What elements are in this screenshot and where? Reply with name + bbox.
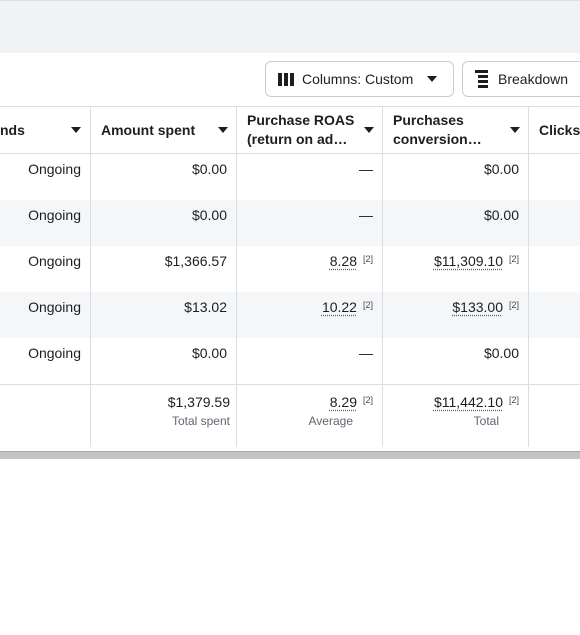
- columns-icon: [278, 72, 294, 86]
- average-roas-value[interactable]: 8.29: [330, 394, 357, 410]
- ends-cell: Ongoing: [28, 299, 81, 315]
- breakdown-button-label: Breakdown: [498, 71, 569, 87]
- sort-caret-icon[interactable]: [71, 127, 81, 133]
- table-row[interactable]: Ongoing $0.00 — $0.00: [0, 154, 580, 200]
- roas-cell: —: [359, 207, 373, 223]
- header-amount-spent-label: Amount spent: [101, 121, 196, 138]
- purchases-cell: $0.00: [483, 161, 519, 177]
- amount-spent-cell: $0.00: [191, 161, 227, 177]
- table-toolbar: Columns: Custom Breakdown: [0, 53, 580, 106]
- table-header: nds Amount spent Purchase ROAS (return on…: [0, 107, 580, 154]
- purchases-value-link[interactable]: $133.00: [452, 299, 503, 315]
- columns-button[interactable]: Columns: Custom: [265, 61, 454, 97]
- footnote-marker: [2]: [508, 300, 519, 310]
- average-roas-cell: 8.29 [2] Average: [237, 385, 382, 448]
- ads-table: Ongoing $0.00 — $0.00 Ongoing $0.00 — $0…: [0, 106, 580, 452]
- amount-spent-cell: $0.00: [191, 345, 227, 361]
- ends-cell: Ongoing: [28, 345, 81, 361]
- header-purchases[interactable]: Purchases conversion…: [383, 107, 528, 153]
- header-ends[interactable]: nds: [0, 107, 90, 153]
- caret-down-icon: [427, 76, 438, 82]
- table-row[interactable]: Ongoing $1,366.57 8.28 [2] $11,309.10 [2]: [0, 246, 580, 292]
- total-purchases-label: Total: [473, 414, 499, 428]
- sort-caret-icon[interactable]: [218, 127, 228, 133]
- average-roas-label: Average: [308, 414, 353, 428]
- footnote-marker: [2]: [362, 300, 373, 310]
- header-purchases-label: Purchases conversion…: [393, 111, 482, 149]
- roas-cell: —: [359, 345, 373, 361]
- footnote-marker: [2]: [508, 254, 519, 264]
- sort-caret-icon[interactable]: [510, 127, 520, 133]
- ends-cell: Ongoing: [28, 207, 81, 223]
- column-divider: [236, 106, 237, 447]
- total-spent-value: $1,379.59: [167, 394, 230, 410]
- amount-spent-cell: $0.00: [191, 207, 227, 223]
- footnote-marker: [2]: [508, 395, 519, 405]
- roas-cell: —: [359, 161, 373, 177]
- header-purchases-line2: conversion…: [393, 131, 482, 147]
- header-roas-line1: Purchase ROAS: [247, 112, 355, 128]
- total-spent-label: Total spent: [171, 414, 230, 428]
- column-divider: [528, 106, 529, 447]
- column-divider: [382, 106, 383, 447]
- purchases-cell: $0.00: [483, 345, 519, 361]
- footnote-marker: [2]: [362, 395, 373, 405]
- purchases-cell: $11,309.10 [2]: [383, 246, 528, 292]
- totals-row: $1,379.59 Total spent 8.29 [2] Average $1…: [0, 384, 580, 448]
- header-roas-line2: (return on ad…: [247, 131, 348, 147]
- breakdown-button[interactable]: Breakdown: [462, 61, 580, 97]
- purchases-cell: $133.00 [2]: [383, 292, 528, 338]
- breakdown-icon: [475, 70, 488, 88]
- table-row[interactable]: Ongoing $0.00 — $0.00: [0, 338, 580, 384]
- total-spent-cell: $1,379.59 Total spent: [91, 385, 236, 448]
- total-purchases-cell: $11,442.10 [2] Total: [383, 385, 528, 448]
- purchases-value-link[interactable]: $11,309.10: [434, 253, 503, 269]
- header-clicks-label: Clicks: [539, 121, 580, 138]
- header-purchase-roas[interactable]: Purchase ROAS (return on ad…: [237, 107, 382, 153]
- header-purchases-line1: Purchases: [393, 112, 464, 128]
- total-purchases-value[interactable]: $11,442.10: [434, 394, 503, 410]
- horizontal-scrollbar[interactable]: [0, 451, 580, 459]
- roas-cell: 10.22 [2]: [237, 292, 382, 338]
- columns-button-label: Columns: Custom: [302, 71, 414, 87]
- header-amount-spent[interactable]: Amount spent: [91, 107, 236, 153]
- amount-spent-cell: $13.02: [184, 299, 227, 315]
- amount-spent-cell: $1,366.57: [164, 253, 227, 269]
- purchases-cell: $0.00: [483, 207, 519, 223]
- header-purchase-roas-label: Purchase ROAS (return on ad…: [247, 111, 354, 149]
- footnote-marker: [2]: [362, 254, 373, 264]
- roas-value-link[interactable]: 10.22: [322, 299, 357, 315]
- top-band: [0, 0, 580, 53]
- table-row[interactable]: Ongoing $13.02 10.22 [2] $133.00 [2]: [0, 292, 580, 338]
- header-ends-label: nds: [0, 121, 25, 138]
- column-divider: [90, 106, 91, 447]
- header-clicks[interactable]: Clicks: [529, 107, 580, 153]
- ends-cell: Ongoing: [28, 253, 81, 269]
- sort-caret-icon[interactable]: [364, 127, 374, 133]
- table-row[interactable]: Ongoing $0.00 — $0.00: [0, 200, 580, 246]
- ends-cell: Ongoing: [28, 161, 81, 177]
- roas-cell: 8.28 [2]: [237, 246, 382, 292]
- roas-value-link[interactable]: 8.28: [330, 253, 357, 269]
